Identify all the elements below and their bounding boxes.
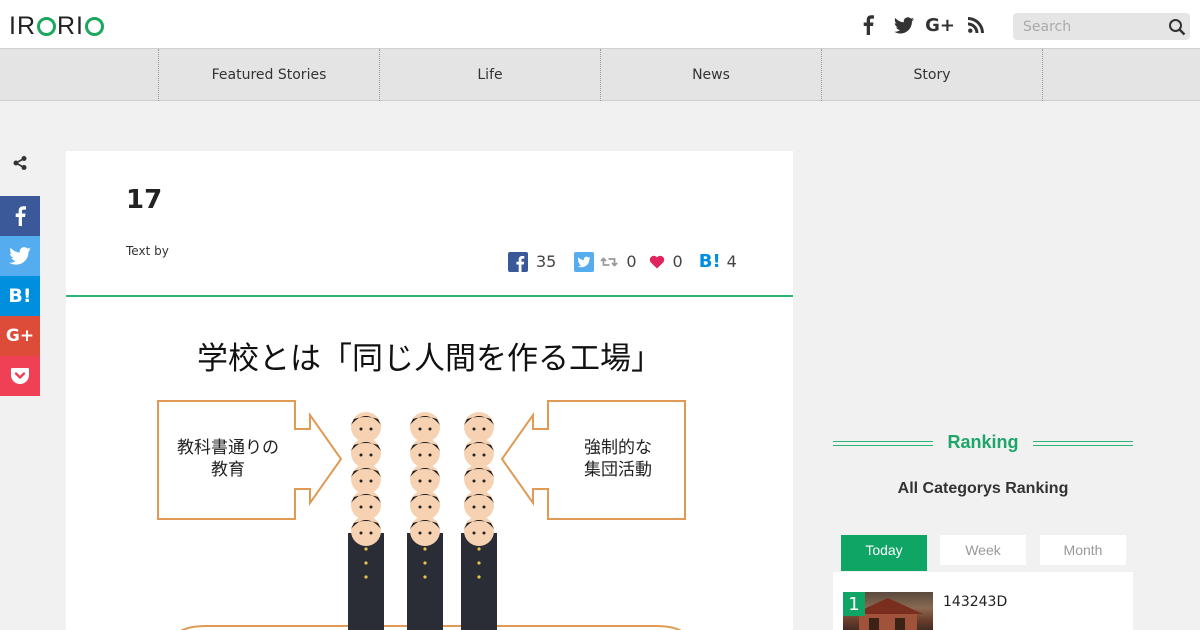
article-share-counts: 35 0 0 B! 4 — [508, 251, 737, 272]
student-eye — [482, 427, 486, 431]
share-pocket-button[interactable] — [0, 356, 40, 396]
uniform-button — [477, 561, 481, 565]
hatena-count[interactable]: B! 4 — [699, 251, 737, 272]
student-eye — [472, 479, 476, 483]
google-plus-icon[interactable]: G+ — [922, 12, 958, 38]
share-google-plus-button[interactable]: G+ — [0, 316, 40, 356]
article-title: 17 — [126, 185, 163, 215]
uniform-button — [364, 561, 368, 565]
student-eye — [428, 479, 432, 483]
uniform-button — [477, 575, 481, 579]
uniform-button — [364, 547, 368, 551]
student-eye — [369, 427, 373, 431]
student-eye — [428, 453, 432, 457]
student-eye — [482, 453, 486, 457]
article-illustration: 学校とは「同じ人間を作る工場」 教科書通りの 教育 強制的な 集団活動 — [66, 297, 793, 630]
retweet-icon — [600, 256, 618, 267]
uniform-button — [423, 547, 427, 551]
share-sidebar: B! G+ — [0, 150, 40, 396]
nav-item-life[interactable]: Life — [379, 49, 600, 101]
student-eye — [359, 427, 363, 431]
tab-today[interactable]: Today — [841, 535, 927, 571]
student-eye — [482, 505, 486, 509]
student-eye — [472, 453, 476, 457]
student-eye — [369, 453, 373, 457]
ranking-number: 1 — [843, 592, 865, 616]
share-facebook-button[interactable] — [0, 196, 40, 236]
hatena-icon: B! — [8, 285, 32, 307]
student-eye — [418, 453, 422, 457]
like-count[interactable]: 0 — [649, 252, 683, 271]
student-eye — [482, 531, 486, 535]
uniform-button — [423, 561, 427, 565]
site-logo[interactable]: IRRI IRORIO — [9, 12, 105, 41]
student-eye — [472, 531, 476, 535]
student-eye — [418, 505, 422, 509]
uniform-button — [477, 547, 481, 551]
student-eye — [369, 479, 373, 483]
student-eye — [428, 505, 432, 509]
nav-divider — [1042, 49, 1043, 101]
uniform-button — [423, 575, 427, 579]
uniform-button — [364, 575, 368, 579]
heart-icon — [649, 255, 664, 268]
hatena-icon: B! — [698, 251, 721, 272]
search-icon[interactable] — [1168, 18, 1186, 36]
share-twitter-button[interactable] — [0, 236, 40, 276]
twitter-count[interactable] — [574, 251, 595, 272]
student-eye — [369, 505, 373, 509]
share-hatena-button[interactable]: B! — [0, 276, 40, 316]
student-eye — [359, 505, 363, 509]
search-box — [1013, 13, 1190, 40]
nav-item-story[interactable]: Story — [821, 49, 1042, 101]
facebook-icon[interactable] — [850, 12, 886, 38]
facebook-icon — [508, 251, 528, 272]
facebook-icon — [15, 206, 26, 226]
student-eye — [418, 479, 422, 483]
nav-item-featured-stories[interactable]: Featured Stories — [158, 49, 379, 101]
student-eye — [482, 479, 486, 483]
right-box-text: 強制的な 集団活動 — [584, 438, 652, 480]
student-eye — [359, 531, 363, 535]
student-eye — [428, 427, 432, 431]
twitter-icon[interactable] — [886, 12, 922, 38]
header-social-links: G+ — [850, 12, 994, 38]
student-eye — [418, 427, 422, 431]
google-plus-icon: G+ — [5, 326, 35, 346]
twitter-icon — [9, 247, 31, 265]
share-icon[interactable] — [0, 150, 40, 176]
ranking-list: 1 143243D — [833, 572, 1133, 630]
student-eye — [359, 453, 363, 457]
left-box-text: 教科書通りの 教育 — [177, 438, 279, 480]
site-header: IRRI IRORIO G+ — [0, 0, 1200, 48]
ranking-thumbnail[interactable]: 1 — [843, 592, 933, 630]
tab-month[interactable]: Month — [1040, 535, 1126, 565]
pocket-icon — [11, 368, 29, 384]
search-input[interactable] — [1013, 13, 1158, 40]
student-eye — [428, 531, 432, 535]
student-eye — [472, 505, 476, 509]
ranking-title: Ranking — [947, 432, 1019, 452]
student-eye — [418, 531, 422, 535]
nav-item-news[interactable]: News — [600, 49, 821, 101]
ranking-heading: Ranking — [833, 432, 1133, 456]
student-eye — [369, 531, 373, 535]
ranking-item-title[interactable]: 143243D — [943, 594, 1007, 610]
tab-week[interactable]: Week — [940, 535, 1026, 565]
article-author-label: Text by — [126, 244, 169, 258]
retweet-count[interactable]: 0 — [600, 252, 637, 271]
article-card: 17 Text by 35 0 0 B! 4 学校とは「同じ人間を作る工場」 教… — [66, 151, 793, 630]
student-eye — [472, 427, 476, 431]
facebook-count[interactable]: 35 — [508, 251, 556, 272]
main-nav: Featured Stories Life News Story — [0, 48, 1200, 101]
rss-icon[interactable] — [958, 12, 994, 38]
twitter-icon — [574, 251, 595, 272]
student-eye — [359, 479, 363, 483]
ranking-subtitle: All Categorys Ranking — [897, 480, 1069, 497]
